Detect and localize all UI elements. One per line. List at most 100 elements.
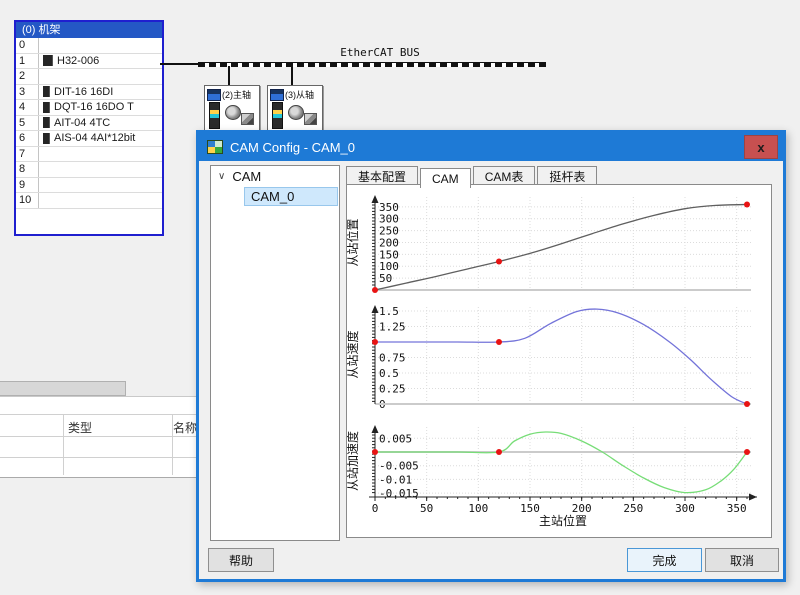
rack-row-number: 5 [16,116,39,131]
svg-text:从站速度: 从站速度 [347,330,360,378]
svg-text:-0.005: -0.005 [379,460,419,473]
node-label: (3)从轴 [285,88,314,101]
svg-text:-0.01: -0.01 [379,473,412,486]
node-icons [268,101,322,129]
coupling-icon [241,113,254,125]
column-header-type: 类型 [68,419,92,436]
rack-row[interactable]: 5AIT-04 4TC [16,116,162,132]
svg-text:100: 100 [468,502,488,515]
svg-text:300: 300 [675,502,695,515]
bus-label: EtherCAT BUS [300,46,460,59]
svg-text:1.5: 1.5 [379,305,399,318]
svg-text:1.25: 1.25 [379,321,406,334]
dialog-title: CAM Config - CAM_0 [230,140,355,155]
rack-row-number: 9 [16,178,39,193]
chevron-down-icon[interactable]: ∨ [218,171,225,182]
rack-row[interactable]: 9 [16,178,162,194]
svg-text:150: 150 [520,502,540,515]
tree-item-cam[interactable]: ∨ CAM [211,166,339,184]
svg-text:50: 50 [379,272,392,285]
motor-icon [288,105,304,120]
dialog-client-area: ∨ CAM CAM_0 基本配置CAMCAM表挺杆表 3503002502001… [199,161,783,579]
node-master-axis[interactable]: (2)主轴 [204,85,260,133]
rack-row[interactable]: 0 [16,38,162,54]
svg-text:0.25: 0.25 [379,383,406,396]
rack-row-number: 2 [16,69,39,84]
cam-tree[interactable]: ∨ CAM CAM_0 [210,165,340,541]
servo-drive-icon [209,102,220,129]
svg-text:50: 50 [420,502,433,515]
drive-chip-icon [207,89,221,101]
tab-CAM[interactable]: CAM [420,168,471,188]
rack-row[interactable]: 2 [16,69,162,85]
svg-text:0.5: 0.5 [379,367,399,380]
column-header-name: 名称 [173,419,197,436]
rack-row-label: DQT-16 16DO T [39,101,162,113]
table-line [63,414,64,475]
module-icon [43,86,50,97]
rack-row-number: 6 [16,131,39,146]
node-slave-axis[interactable]: (3)从轴 [267,85,323,133]
node-drop-line [228,66,230,85]
motor-icon [225,105,241,120]
rack-row-label: H32-006 [39,55,162,67]
drive-chip-icon [270,89,284,101]
coupling-icon [304,113,317,125]
cam-config-dialog: CAM Config - CAM_0 x ∨ CAM CAM_0 基本配置CAM… [196,130,786,582]
rack-body: 01H32-00623DIT-16 16DI4DQT-16 16DO T5AIT… [16,38,162,209]
rack-row-label: AIS-04 4AI*12bit [39,132,162,144]
svg-text:250: 250 [623,502,643,515]
module-icon [43,133,50,144]
svg-text:0.005: 0.005 [379,432,412,445]
node-header: (2)主轴 [207,88,259,101]
rack-row-label: DIT-16 16DI [39,86,162,98]
rack-row-number: 8 [16,162,39,177]
application-window: (0) 机架 01H32-00623DIT-16 16DI4DQT-16 16D… [0,0,800,595]
help-button[interactable]: 帮助 [208,548,274,572]
rack-row-number: 0 [16,38,39,53]
table-line [0,436,196,437]
module-icon [43,55,53,66]
svg-text:0: 0 [372,502,379,515]
svg-text:0.75: 0.75 [379,352,406,365]
cam-chart-panel[interactable]: 35030025020015010050从站位置1.51.250.750.50.… [346,184,772,538]
node-label: (2)主轴 [222,88,251,101]
dialog-icon [207,140,223,154]
rack-header: (0) 机架 [16,22,162,38]
svg-text:从站加速度: 从站加速度 [347,431,360,491]
workspace-table [0,396,196,478]
rack-row[interactable]: 6AIS-04 4AI*12bit [16,131,162,147]
rack-row[interactable]: 8 [16,162,162,178]
rack-row[interactable]: 7 [16,147,162,163]
node-header: (3)从轴 [270,88,322,101]
rack-panel[interactable]: (0) 机架 01H32-00623DIT-16 16DI4DQT-16 16D… [14,20,164,236]
rack-row[interactable]: 3DIT-16 16DI [16,85,162,101]
rack-row-number: 10 [16,193,39,208]
finish-button[interactable]: 完成 [627,548,702,572]
node-drop-line [291,66,293,85]
svg-text:350: 350 [727,502,747,515]
rack-row[interactable]: 1H32-006 [16,54,162,70]
cam-curves-chart[interactable]: 35030025020015010050从站位置1.51.250.750.50.… [347,185,771,537]
rack-row[interactable]: 10 [16,193,162,209]
tree-item-cam-0[interactable]: CAM_0 [244,187,338,206]
rack-row-number: 7 [16,147,39,162]
svg-text:主站位置: 主站位置 [539,513,587,528]
tree-root-label: CAM [232,169,261,184]
close-button[interactable]: x [744,135,778,159]
svg-text:从站位置: 从站位置 [347,218,360,266]
node-icons [205,101,259,129]
ethercat-bus-line [198,62,546,67]
workspace-tab-strip[interactable] [0,381,126,396]
rack-row-number: 3 [16,85,39,100]
table-line [0,457,196,458]
rack-row[interactable]: 4DQT-16 16DO T [16,100,162,116]
rack-bus-link-line [160,63,200,65]
table-line [0,414,196,415]
servo-drive-icon [272,102,283,129]
dialog-titlebar[interactable]: CAM Config - CAM_0 x [199,133,783,161]
rack-row-number: 4 [16,100,39,115]
rack-row-number: 1 [16,54,39,69]
module-icon [43,117,50,128]
cancel-button[interactable]: 取消 [705,548,779,572]
